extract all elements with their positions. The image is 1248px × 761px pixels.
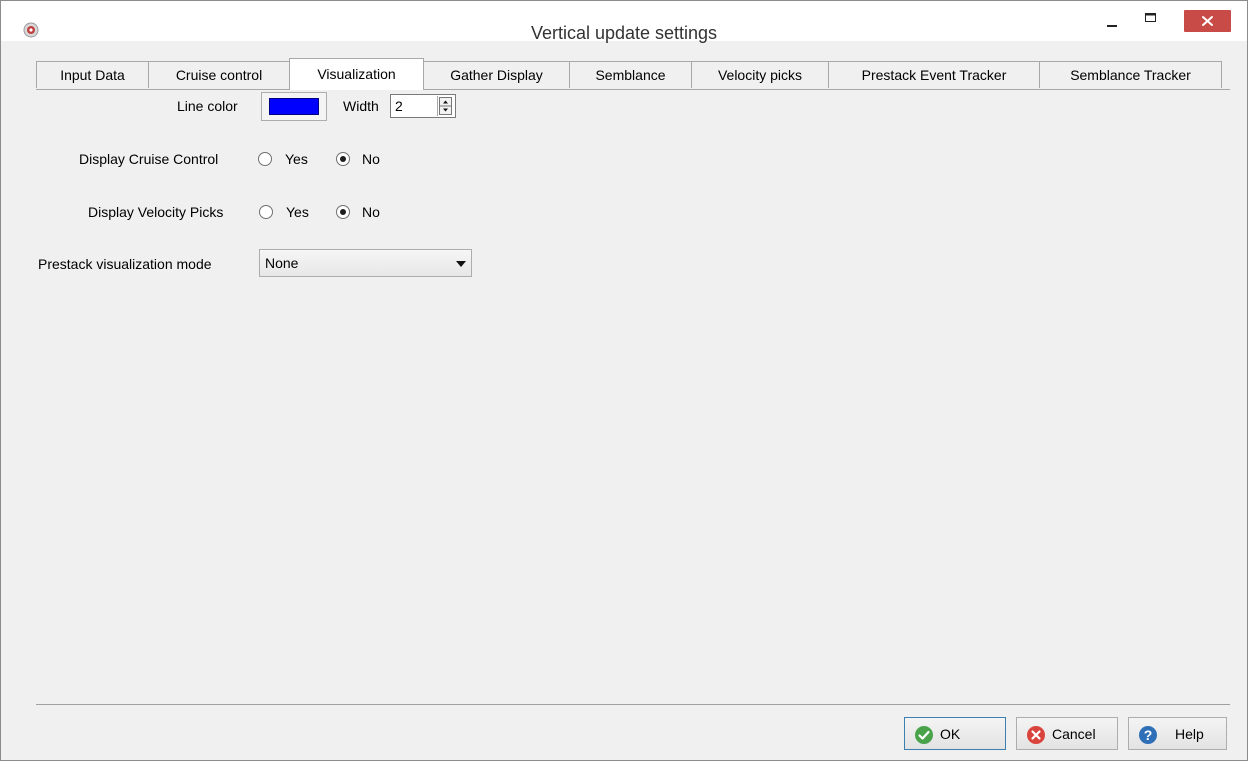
tab-divider <box>36 89 1230 90</box>
maximize-icon <box>1145 13 1156 22</box>
velocity-picks-yes-radio[interactable] <box>259 205 273 219</box>
cruise-control-yes-radio[interactable] <box>258 152 272 166</box>
help-button[interactable]: ? Help <box>1128 717 1227 750</box>
help-icon: ? <box>1139 726 1157 744</box>
tab-velocity-picks[interactable]: Velocity picks <box>691 61 829 88</box>
spinner-arrows-icon[interactable] <box>438 96 454 116</box>
ok-label: OK <box>940 726 961 742</box>
cruise-control-yes-label[interactable]: Yes <box>285 150 308 168</box>
chevron-down-icon[interactable] <box>456 261 466 267</box>
width-spinner[interactable]: 2 <box>390 94 456 118</box>
tab-bar: Input Data Cruise control Visualization … <box>36 58 1230 90</box>
dialog-window: Vertical update settings Input Data Crui… <box>0 0 1248 761</box>
tab-semblance[interactable]: Semblance <box>569 61 692 88</box>
tab-visualization[interactable]: Visualization <box>289 58 424 90</box>
tab-input-data[interactable]: Input Data <box>36 61 149 88</box>
width-label: Width <box>343 98 379 114</box>
spinner-buttons[interactable] <box>437 96 454 116</box>
velocity-picks-yes-label[interactable]: Yes <box>286 203 309 221</box>
close-button[interactable] <box>1184 10 1231 32</box>
cruise-control-no-radio[interactable] <box>336 152 350 166</box>
line-color-label: Line color <box>177 98 238 114</box>
minimize-button[interactable] <box>1097 9 1127 35</box>
cancel-button[interactable]: Cancel <box>1016 717 1118 750</box>
prestack-mode-label: Prestack visualization mode <box>38 256 212 272</box>
display-cruise-control-label: Display Cruise Control <box>79 151 219 167</box>
maximize-button[interactable] <box>1135 9 1165 35</box>
cancel-icon <box>1027 726 1045 744</box>
cruise-control-no-label[interactable]: No <box>362 150 380 168</box>
prestack-mode-value[interactable]: None <box>265 255 298 271</box>
velocity-picks-no-radio[interactable] <box>336 205 350 219</box>
tab-cruise-control[interactable]: Cruise control <box>148 61 290 88</box>
footer-separator <box>36 704 1230 705</box>
window-title: Vertical update settings <box>530 23 718 43</box>
check-icon <box>915 726 933 744</box>
tab-prestack-event-tracker[interactable]: Prestack Event Tracker <box>828 61 1040 88</box>
title-bar[interactable]: Vertical update settings <box>1 1 1247 43</box>
line-color-swatch <box>269 98 319 115</box>
tab-semblance-tracker[interactable]: Semblance Tracker <box>1039 61 1222 88</box>
help-label: Help <box>1175 726 1204 742</box>
cancel-label: Cancel <box>1052 726 1096 742</box>
minimize-icon <box>1107 25 1117 27</box>
ok-button[interactable]: OK <box>904 717 1006 750</box>
width-value[interactable]: 2 <box>395 98 403 114</box>
prestack-mode-dropdown[interactable]: None <box>259 249 472 277</box>
tab-gather-display[interactable]: Gather Display <box>423 61 570 88</box>
close-icon <box>1202 16 1213 26</box>
svg-text:?: ? <box>1144 727 1153 743</box>
velocity-picks-no-label[interactable]: No <box>362 203 380 221</box>
display-velocity-picks-label: Display Velocity Picks <box>88 204 224 220</box>
line-color-button[interactable] <box>261 92 327 121</box>
